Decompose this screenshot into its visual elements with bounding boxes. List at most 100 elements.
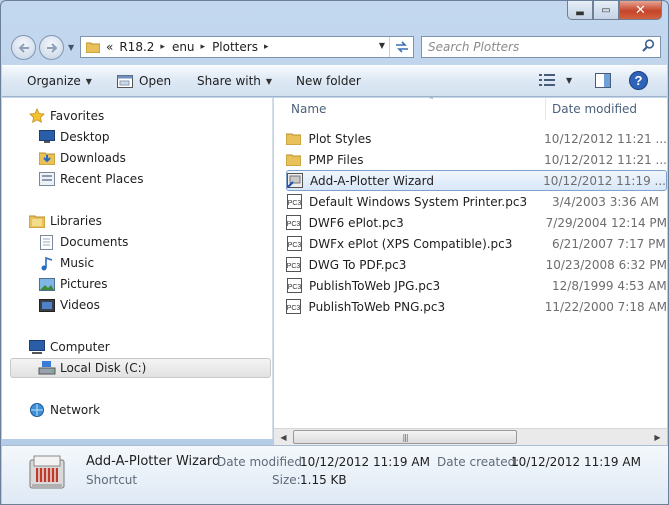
nav-favorites[interactable]: Favorites: [28, 106, 104, 126]
organize-label: Organize: [27, 74, 81, 88]
open-button[interactable]: Open: [117, 74, 171, 88]
chevron-down-icon[interactable]: ▼: [566, 76, 572, 85]
new-folder-button[interactable]: New folder: [296, 74, 361, 88]
pictures-icon: [38, 277, 56, 291]
nav-recent-places[interactable]: Recent Places: [38, 169, 143, 189]
folder-icon: [286, 132, 302, 145]
caption-buttons: ▬ ▭ ✕: [567, 1, 662, 20]
folder-icon: [286, 153, 302, 166]
file-date: 10/12/2012 11:21 ...: [544, 152, 667, 167]
search-icon[interactable]: [642, 39, 655, 52]
svg-text:PC3: PC3: [287, 200, 301, 207]
file-row-default-windows-system-printer[interactable]: PC3 Default Windows System Printer.pc3 3…: [286, 191, 667, 212]
nav-documents[interactable]: Documents: [38, 232, 128, 252]
scroll-right-button[interactable]: ▶: [649, 430, 666, 445]
open-window-icon: [117, 74, 133, 88]
nav-computer[interactable]: Computer: [28, 337, 110, 357]
help-button[interactable]: ?: [629, 71, 648, 90]
breadcrumb-enu[interactable]: enu: [172, 40, 195, 54]
file-row-dwfx-eplot[interactable]: PC3 DWFx ePlot (XPS Compatible).pc3 6/21…: [286, 233, 667, 254]
refresh-button[interactable]: [389, 37, 413, 57]
nav-network[interactable]: Network: [28, 400, 100, 420]
date-created-label: Date created:: [437, 455, 520, 469]
nav-local-disk-label: Local Disk (C:): [60, 361, 147, 375]
organize-button[interactable]: Organize ▼: [27, 74, 92, 88]
size-value: 1.15 KB: [300, 473, 347, 487]
search-box[interactable]: Search Plotters: [421, 36, 661, 58]
share-with-button[interactable]: Share with ▼: [197, 74, 272, 88]
file-row-dwg-to-pdf[interactable]: PC3 DWG To PDF.pc3 10/23/2008 6:32 PM: [286, 254, 667, 275]
recent-places-icon: [38, 172, 56, 186]
view-options-button[interactable]: ▼: [539, 73, 572, 87]
breadcrumb-overflow[interactable]: «: [106, 40, 113, 54]
address-bar[interactable]: « R18.2 ▸ enu ▸ Plotters ▸ ▼: [80, 36, 414, 58]
close-button[interactable]: ✕: [619, 1, 662, 20]
sort-ascending-icon: ⌃: [428, 96, 435, 105]
shortcut-icon: [287, 173, 303, 188]
column-divider[interactable]: [545, 98, 546, 120]
date-modified-value: 10/12/2012 11:19 AM: [300, 455, 430, 469]
breadcrumb-r18-2[interactable]: R18.2: [119, 40, 154, 54]
scrollbar-thumb[interactable]: |||: [293, 430, 517, 444]
svg-text:PC3: PC3: [287, 242, 301, 249]
pc3-file-icon: PC3: [286, 194, 302, 209]
forward-button[interactable]: [39, 35, 64, 60]
forward-arrow-icon: [46, 42, 57, 53]
nav-pictures[interactable]: Pictures: [38, 274, 108, 294]
explorer-window: ▬ ▭ ✕ ▼ « R18.2 ▸ enu ▸ Plotters ▸ ▼ Sea…: [0, 0, 669, 505]
file-name: PublishToWeb PNG.pc3: [308, 299, 446, 314]
file-name: PublishToWeb JPG.pc3: [309, 278, 441, 293]
nav-network-label: Network: [50, 403, 101, 417]
nav-downloads-label: Downloads: [60, 151, 126, 165]
address-history-dropdown[interactable]: ▼: [379, 41, 385, 50]
nav-videos[interactable]: Videos: [38, 295, 100, 315]
file-date: 12/8/1999 4:53 AM: [552, 278, 667, 293]
pc3-file-icon: PC3: [286, 257, 302, 272]
nav-music[interactable]: Music: [38, 253, 94, 273]
breadcrumb-plotters[interactable]: Plotters: [212, 40, 258, 54]
folder-icon: [86, 41, 100, 53]
file-row-publishtoweb-png[interactable]: PC3 PublishToWeb PNG.pc3 11/22/2000 7:18…: [286, 296, 667, 317]
breadcrumb-separator-icon[interactable]: ▸: [264, 42, 269, 52]
file-row-pmp-files[interactable]: PMP Files 10/12/2012 11:21 ...: [286, 149, 667, 170]
search-placeholder[interactable]: Search Plotters: [428, 40, 519, 54]
refresh-icon: [395, 41, 408, 53]
file-row-add-a-plotter-wizard[interactable]: Add-A-Plotter Wizard 10/12/2012 11:19 ..…: [286, 170, 667, 191]
breadcrumb-separator-icon[interactable]: ▸: [160, 42, 165, 52]
documents-icon: [38, 234, 56, 250]
recent-pages-dropdown[interactable]: ▼: [68, 43, 74, 52]
maximize-button[interactable]: ▭: [593, 1, 619, 20]
file-row-plot-styles[interactable]: Plot Styles 10/12/2012 11:21 ...: [286, 128, 667, 149]
details-view-icon: [539, 74, 555, 86]
file-row-dwf6-eplot[interactable]: PC3 DWF6 ePlot.pc3 7/29/2004 12:14 PM: [286, 212, 667, 233]
desktop-icon: [38, 130, 56, 144]
command-bar: Organize ▼ Open Share with ▼ New folder …: [2, 65, 667, 97]
chevron-down-icon: ▼: [265, 76, 273, 86]
nav-libraries-label: Libraries: [50, 214, 102, 228]
column-header-date-modified[interactable]: Date modified: [552, 98, 637, 120]
svg-text:PC3: PC3: [287, 284, 301, 291]
preview-pane-button[interactable]: [595, 73, 611, 88]
nav-desktop[interactable]: Desktop: [38, 127, 110, 147]
file-date: 10/23/2008 6:32 PM: [545, 257, 667, 272]
horizontal-scrollbar[interactable]: ◀ ||| ▶: [274, 428, 667, 445]
nav-libraries[interactable]: Libraries: [28, 211, 102, 231]
breadcrumb-separator-icon[interactable]: ▸: [201, 42, 206, 52]
file-row-publishtoweb-jpg[interactable]: PC3 PublishToWeb JPG.pc3 12/8/1999 4:53 …: [286, 275, 667, 296]
chevron-down-icon: ▼: [85, 76, 92, 86]
pc3-file-icon: PC3: [286, 236, 302, 251]
navigation-pane: Favorites Desktop Downloads Recent Place…: [2, 98, 273, 439]
svg-text:PC3: PC3: [287, 263, 301, 270]
music-icon: [38, 256, 56, 271]
date-modified-label: Date modified:: [217, 455, 307, 469]
svg-text:PC3: PC3: [287, 221, 301, 228]
nav-downloads[interactable]: Downloads: [38, 148, 126, 168]
star-icon: [28, 108, 46, 124]
nav-local-disk[interactable]: Local Disk (C:): [10, 358, 271, 378]
back-button[interactable]: [11, 35, 36, 60]
nav-recent-places-label: Recent Places: [60, 172, 144, 186]
column-header-name[interactable]: ⌃ Name: [291, 96, 435, 120]
minimize-button[interactable]: ▬: [567, 1, 593, 20]
hard-drive-icon: [38, 361, 56, 375]
scroll-left-button[interactable]: ◀: [275, 430, 292, 445]
